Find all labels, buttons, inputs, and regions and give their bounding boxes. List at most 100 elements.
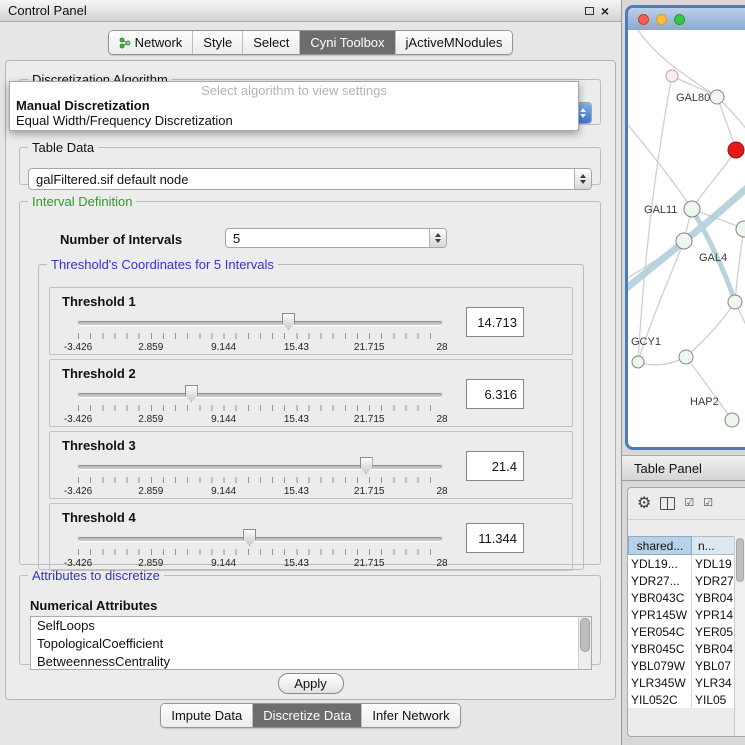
table-row[interactable]: YDR27...YDR27 bbox=[628, 572, 745, 589]
network-node[interactable] bbox=[728, 295, 742, 309]
table-row[interactable]: YER054CYER05 bbox=[628, 623, 745, 640]
threshold-2-slider[interactable]: -3.426 2.859 9.144 15.43 21.715 28 bbox=[78, 384, 442, 428]
table-row[interactable]: YDL19...YDL19 bbox=[628, 555, 745, 572]
unselect-all-columns-icon[interactable]: ☑ bbox=[703, 498, 713, 509]
gear-icon[interactable]: ⚙ bbox=[637, 496, 651, 512]
close-panel-icon[interactable]: × bbox=[597, 3, 613, 19]
threshold-3-slider[interactable]: -3.426 2.859 9.144 15.43 21.715 28 bbox=[78, 456, 442, 500]
close-window-icon[interactable] bbox=[638, 14, 649, 25]
network-canvas[interactable]: GAL80 GAL11 GAL4 GCY1 HAP2 bbox=[628, 30, 745, 450]
tab-impute-data[interactable]: Impute Data bbox=[161, 704, 252, 727]
list-item[interactable]: SelfLoops bbox=[31, 617, 591, 635]
tab-discretize-data[interactable]: Discretize Data bbox=[252, 704, 361, 727]
columns-icon[interactable] bbox=[660, 497, 675, 510]
number-of-intervals-value: 5 bbox=[226, 229, 429, 247]
list-item[interactable]: TopologicalCoefficient bbox=[31, 635, 591, 653]
attributes-group-title: Attributes to discretize bbox=[28, 569, 164, 582]
table-row[interactable]: YPR145WYPR14 bbox=[628, 606, 745, 623]
algorithm-dropdown-popup: Select algorithm to view settings Manual… bbox=[9, 81, 579, 131]
tab-style[interactable]: Style bbox=[192, 31, 242, 54]
threshold-4-label: Threshold 4 bbox=[62, 510, 136, 525]
slider-ticks bbox=[78, 333, 442, 339]
dropdown-placeholder: Select algorithm to view settings bbox=[10, 83, 578, 98]
network-icon bbox=[119, 37, 131, 49]
list-item[interactable]: BetweennessCentrality bbox=[31, 653, 591, 670]
numerical-attributes-list[interactable]: SelfLoops TopologicalCoefficient Between… bbox=[30, 616, 592, 670]
number-of-intervals-label: Number of Intervals bbox=[60, 232, 182, 247]
selected-network-node[interactable] bbox=[728, 142, 744, 158]
tab-cyni-toolbox[interactable]: Cyni Toolbox bbox=[299, 31, 394, 54]
threshold-3-value-field[interactable]: 21.4 bbox=[466, 451, 524, 481]
tab-network[interactable]: Network bbox=[109, 31, 193, 54]
scrollbar-thumb[interactable] bbox=[580, 618, 590, 652]
threshold-1-value-field[interactable]: 14.713 bbox=[466, 307, 524, 337]
table-header-row: shared... n... bbox=[628, 536, 745, 555]
slider-handle[interactable] bbox=[282, 313, 295, 330]
slider-handle[interactable] bbox=[360, 457, 373, 474]
control-panel-titlebar: Control Panel × bbox=[0, 0, 621, 22]
column-header-shared-name[interactable]: shared... bbox=[628, 536, 692, 555]
list-scrollbar[interactable] bbox=[578, 617, 591, 669]
tab-infer-network[interactable]: Infer Network bbox=[361, 704, 459, 727]
network-node[interactable] bbox=[679, 350, 693, 364]
table-row[interactable]: YBL079WYBL07 bbox=[628, 657, 745, 674]
table-scrollbar[interactable] bbox=[734, 536, 745, 736]
threshold-2-box: Threshold 2 -3.426 2.859 9.144 15.43 21.… bbox=[49, 359, 573, 427]
zoom-window-icon[interactable] bbox=[674, 14, 685, 25]
network-node[interactable] bbox=[676, 233, 692, 249]
slider-handle[interactable] bbox=[243, 529, 256, 546]
table-row[interactable]: YLR345WYLR34 bbox=[628, 674, 745, 691]
threshold-4-slider[interactable]: -3.426 2.859 9.144 15.43 21.715 28 bbox=[78, 528, 442, 572]
combobox-stepper-icon[interactable] bbox=[429, 229, 446, 247]
bottom-tab-bar: Impute Data Discretize Data Infer Networ… bbox=[0, 703, 621, 728]
slider-ticks bbox=[78, 405, 442, 411]
threshold-1-label: Threshold 1 bbox=[62, 294, 136, 309]
slider-track[interactable] bbox=[78, 393, 442, 397]
node-label-gal80: GAL80 bbox=[676, 92, 710, 104]
node-label-gal4: GAL4 bbox=[699, 252, 727, 264]
slider-scale: -3.426 2.859 9.144 15.43 21.715 28 bbox=[78, 342, 442, 354]
table-data-combobox-value: galFiltered.sif default node bbox=[29, 169, 574, 189]
minimize-window-icon[interactable] bbox=[656, 14, 667, 25]
network-node[interactable] bbox=[725, 413, 739, 427]
threshold-3-label: Threshold 3 bbox=[62, 438, 136, 453]
threshold-2-label: Threshold 2 bbox=[62, 366, 136, 381]
table-row[interactable]: YIL052CYIL05 bbox=[628, 691, 745, 708]
interval-definition-group: Interval Definition Number of Intervals … bbox=[19, 195, 601, 565]
table-row[interactable]: YBR045CYBR04 bbox=[628, 640, 745, 657]
attributes-group: Attributes to discretize Numerical Attri… bbox=[19, 569, 601, 665]
table-panel-window: ⚙ ☑ ☑ shared... n... YDL19...YDL19 YDR27… bbox=[627, 487, 745, 737]
table-panel-toolbar: ⚙ ☑ ☑ bbox=[628, 488, 745, 520]
dropdown-option-manual-discretization[interactable]: Manual Discretization bbox=[10, 98, 578, 113]
slider-track[interactable] bbox=[78, 321, 442, 325]
threshold-1-slider[interactable]: -3.426 2.859 9.144 15.43 21.715 28 bbox=[78, 312, 442, 356]
network-view-window[interactable]: GAL80 GAL11 GAL4 GCY1 HAP2 bbox=[625, 5, 745, 450]
number-of-intervals-combobox[interactable]: 5 bbox=[225, 228, 447, 248]
network-node[interactable] bbox=[736, 221, 745, 237]
network-node[interactable] bbox=[710, 90, 724, 104]
threshold-4-value-field[interactable]: 11.344 bbox=[466, 523, 524, 553]
tab-jactivemodules[interactable]: jActiveMNodules bbox=[395, 31, 513, 54]
threshold-2-value-field[interactable]: 6.316 bbox=[466, 379, 524, 409]
table-row[interactable]: YBR043CYBR04 bbox=[628, 589, 745, 606]
node-label-gal11: GAL11 bbox=[644, 204, 677, 216]
float-panel-icon[interactable] bbox=[581, 3, 597, 19]
slider-track[interactable] bbox=[78, 465, 442, 469]
apply-button[interactable]: Apply bbox=[278, 673, 344, 694]
screen: Control Panel × Network Style bbox=[0, 0, 745, 745]
scrollbar-thumb[interactable] bbox=[736, 538, 744, 582]
select-all-columns-icon[interactable]: ☑ bbox=[684, 498, 694, 509]
table-data-combobox[interactable]: galFiltered.sif default node bbox=[28, 168, 592, 190]
threshold-3-box: Threshold 3 -3.426 2.859 9.144 15.43 21.… bbox=[49, 431, 573, 499]
slider-track[interactable] bbox=[78, 537, 442, 541]
slider-handle[interactable] bbox=[185, 385, 198, 402]
dropdown-option-equal-width-frequency[interactable]: Equal Width/Frequency Discretization bbox=[10, 113, 578, 128]
tab-select[interactable]: Select bbox=[242, 31, 299, 54]
slider-ticks bbox=[78, 549, 442, 555]
threshold-1-box: Threshold 1 -3.426 2.859 9.144 15.43 21.… bbox=[49, 287, 573, 355]
network-node[interactable] bbox=[632, 356, 644, 368]
combobox-stepper-icon[interactable] bbox=[574, 169, 591, 189]
network-node[interactable] bbox=[666, 70, 678, 82]
network-node[interactable] bbox=[684, 201, 700, 217]
network-window-titlebar bbox=[628, 8, 745, 30]
